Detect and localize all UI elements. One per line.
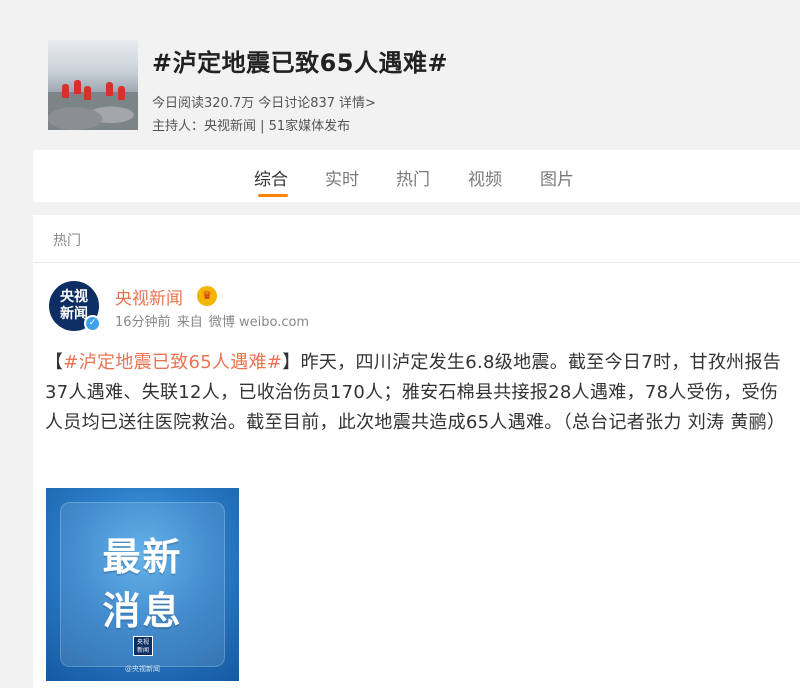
read-count: 今日阅读320.7万 bbox=[152, 96, 255, 111]
post-meta: 16分钟前 来自 微博 weibo.com bbox=[115, 311, 309, 330]
topic-stats: 今日阅读320.7万 今日讨论837 详情> bbox=[152, 92, 380, 111]
discuss-count: 今日讨论837 bbox=[258, 96, 336, 111]
active-tab-indicator bbox=[258, 194, 288, 197]
avatar-text-line1: 央视 bbox=[60, 289, 88, 305]
logo-line2: 新闻 bbox=[136, 647, 149, 654]
cover-rescuer bbox=[62, 84, 69, 98]
cover-rescuer bbox=[74, 80, 81, 94]
topic-cover-image[interactable] bbox=[48, 40, 138, 130]
text-prefix: 【 bbox=[45, 352, 64, 373]
section-label: 热门 bbox=[53, 233, 81, 249]
image-headline-line1: 最新 bbox=[102, 535, 183, 579]
tab-realtime[interactable]: 实时 bbox=[325, 165, 359, 190]
cctv-logo-icon: 央视 新闻 bbox=[133, 636, 153, 656]
feed: 热门 央视 新闻 ✓ 央视新闻 ♛ 16分钟前 来自 微博 weibo.com … bbox=[33, 215, 800, 688]
cover-rescuer bbox=[84, 86, 91, 100]
topic-link[interactable]: #泸定地震已致65人遇难# bbox=[63, 352, 282, 373]
tab-hot[interactable]: 热门 bbox=[396, 165, 430, 190]
post-image[interactable]: 最新 消息 央视 新闻 @央视新闻 bbox=[46, 488, 239, 681]
source-prefix: 来自 bbox=[176, 315, 203, 330]
post-time[interactable]: 16分钟前 bbox=[115, 315, 171, 330]
topic-host[interactable]: 主持人：央视新闻 | 51家媒体发布 bbox=[152, 115, 350, 134]
tab-pictures[interactable]: 图片 bbox=[540, 165, 574, 190]
topic-header: #泸定地震已致65人遇难# 今日阅读320.7万 今日讨论837 详情> 主持人：央… bbox=[0, 0, 800, 150]
tab-bar: 综合 实时 热门 视频 图片 bbox=[33, 150, 800, 202]
image-headline-line2: 消息 bbox=[102, 589, 183, 633]
details-link[interactable]: 详情> bbox=[339, 96, 376, 111]
cover-rescuer bbox=[106, 82, 113, 96]
cover-rescuer bbox=[118, 86, 125, 100]
logo-line1: 央视 bbox=[136, 639, 149, 646]
image-watermark: @央视新闻 bbox=[125, 665, 160, 673]
verified-badge-icon: ✓ bbox=[84, 315, 101, 332]
post-author[interactable]: 央视新闻 bbox=[115, 284, 183, 309]
topic-title: #泸定地震已致65人遇难# bbox=[152, 49, 449, 77]
tab-video[interactable]: 视频 bbox=[468, 165, 502, 190]
section-divider bbox=[33, 262, 800, 263]
post-source[interactable]: 微博 weibo.com bbox=[209, 315, 309, 330]
crown-icon: ♛ bbox=[197, 286, 217, 306]
tab-comprehensive[interactable]: 综合 bbox=[254, 165, 288, 190]
post-text: 【#泸定地震已致65人遇难#】昨天，四川泸定发生6.8级地震。截至今日7时，甘孜… bbox=[45, 348, 793, 438]
